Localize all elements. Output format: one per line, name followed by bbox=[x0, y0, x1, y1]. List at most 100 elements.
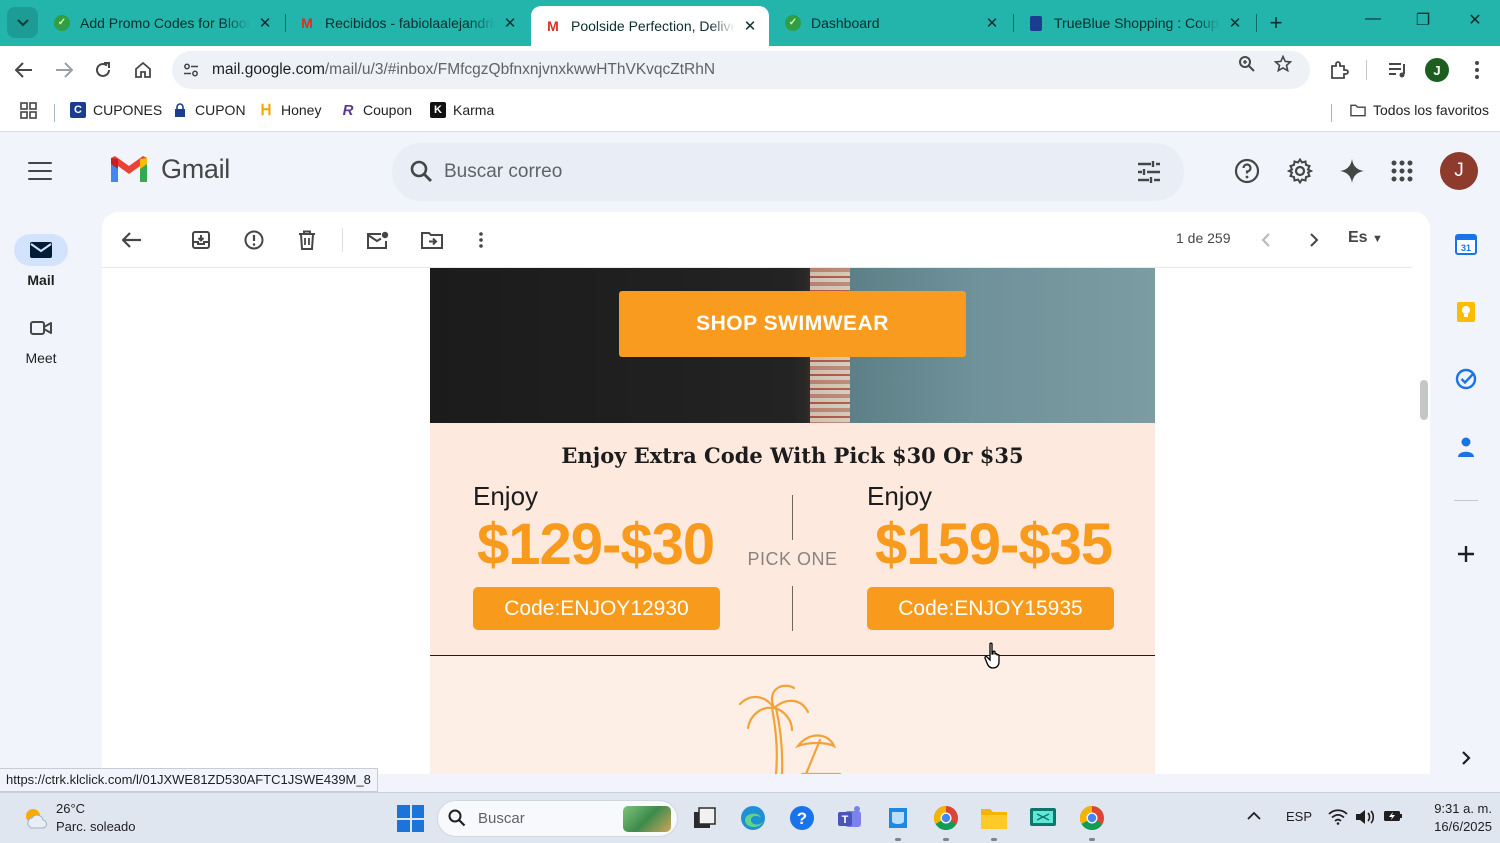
reload-icon[interactable] bbox=[89, 56, 117, 84]
help-icon[interactable] bbox=[1232, 156, 1262, 186]
weather-condition[interactable]: Parc. soleado bbox=[56, 819, 136, 834]
move-to-icon[interactable] bbox=[420, 228, 444, 252]
gmail-logo[interactable]: Gmail bbox=[109, 154, 230, 185]
bookmark-honey[interactable]: ᕼ Honey bbox=[258, 102, 321, 119]
folder-icon bbox=[1350, 102, 1366, 118]
newer-chevron-left-icon[interactable] bbox=[1254, 228, 1278, 252]
beach-illustration-section bbox=[430, 656, 1155, 774]
search-icon[interactable] bbox=[408, 158, 436, 186]
media-control-icon[interactable] bbox=[1384, 56, 1412, 84]
bookmark-karma[interactable]: K Karma bbox=[430, 102, 494, 118]
chrome-profile-icon[interactable] bbox=[1077, 803, 1107, 833]
contacts-icon[interactable] bbox=[1454, 435, 1478, 459]
url-host: mail.google.com bbox=[212, 61, 325, 78]
site-info-icon[interactable] bbox=[178, 57, 204, 83]
home-icon[interactable] bbox=[129, 56, 157, 84]
nav-meet[interactable]: Meet bbox=[0, 312, 82, 366]
offer-divider-top bbox=[792, 495, 793, 540]
mark-unread-icon[interactable] bbox=[366, 228, 390, 252]
address-bar[interactable]: mail.google.com/mail/u/3/#inbox/FMfcgzQb… bbox=[172, 51, 1310, 89]
mail-icon bbox=[14, 234, 68, 266]
browser-tab[interactable]: ✓ Dashboard ✕ bbox=[771, 6, 1011, 40]
teams-icon[interactable]: T bbox=[835, 803, 865, 833]
taskbar-search-box[interactable]: Buscar bbox=[437, 800, 678, 837]
shop-swimwear-button[interactable]: SHOP SWIMWEAR bbox=[619, 291, 966, 357]
archive-icon[interactable] bbox=[189, 228, 213, 252]
clock-date[interactable]: 16/6/2025 bbox=[1418, 819, 1492, 834]
minimize-icon[interactable]: — bbox=[1350, 10, 1396, 28]
get-help-icon[interactable]: ? bbox=[787, 803, 817, 833]
close-icon[interactable]: ✕ bbox=[256, 14, 274, 32]
clock-time[interactable]: 9:31 a. m. bbox=[1418, 801, 1492, 816]
battery-icon[interactable] bbox=[1383, 809, 1403, 826]
tray-overflow-chevron-icon[interactable] bbox=[1247, 809, 1261, 824]
bookmark-label: Coupon bbox=[363, 102, 413, 118]
bookmarks-divider bbox=[1331, 104, 1332, 122]
input-language[interactable]: ESP bbox=[1286, 809, 1312, 824]
nav-mail[interactable]: Mail bbox=[0, 234, 82, 288]
zoom-icon[interactable] bbox=[1238, 55, 1256, 78]
close-icon[interactable]: ✕ bbox=[741, 17, 759, 35]
close-icon[interactable]: ✕ bbox=[501, 14, 519, 32]
search-options-icon[interactable] bbox=[1136, 159, 1162, 185]
nav-label: Mail bbox=[27, 272, 55, 288]
browser-tab[interactable]: TrueBlue Shopping : Coupon ✕ bbox=[1014, 6, 1254, 40]
all-bookmarks-folder[interactable]: Todos los favoritos bbox=[1350, 102, 1489, 118]
browser-tab[interactable]: M Recibidos - fabiolaalejandria ✕ bbox=[285, 6, 529, 40]
tasks-icon[interactable] bbox=[1454, 367, 1478, 391]
weather-temperature[interactable]: 26°C bbox=[56, 801, 85, 816]
delete-trash-icon[interactable] bbox=[295, 228, 319, 252]
wifi-icon[interactable] bbox=[1328, 809, 1348, 828]
account-avatar[interactable]: J bbox=[1440, 152, 1478, 190]
bookmark-cupones[interactable]: C CUPONES bbox=[70, 102, 162, 118]
partly-sunny-icon[interactable] bbox=[22, 805, 48, 831]
main-menu-icon[interactable] bbox=[28, 162, 52, 180]
forward-icon[interactable] bbox=[50, 56, 78, 84]
input-tools-selector[interactable]: Es ▼ bbox=[1348, 229, 1383, 247]
close-icon[interactable]: ✕ bbox=[983, 14, 1001, 32]
close-icon[interactable]: ✕ bbox=[1226, 14, 1244, 32]
gmail-m-icon bbox=[111, 155, 147, 182]
settings-gear-icon[interactable] bbox=[1285, 156, 1315, 186]
tab-title: Poolside Perfection, Delivered bbox=[571, 18, 735, 34]
file-explorer-icon[interactable] bbox=[979, 803, 1009, 833]
google-apps-icon[interactable] bbox=[1387, 156, 1417, 186]
keep-notes-icon[interactable] bbox=[1454, 300, 1478, 324]
snipping-tool-icon[interactable] bbox=[1028, 803, 1058, 833]
apps-grid-icon[interactable] bbox=[20, 102, 37, 119]
promo-code-right-button[interactable]: Code:ENJOY15935 bbox=[867, 587, 1114, 630]
browser-tab-active[interactable]: M Poolside Perfection, Delivered ✕ bbox=[531, 6, 769, 46]
extensions-icon[interactable] bbox=[1325, 56, 1353, 84]
task-view-icon[interactable] bbox=[690, 803, 720, 833]
bookmarks-bar: C CUPONES CUPON ᕼ Honey R Coupon K Karma… bbox=[0, 94, 1500, 132]
volume-icon[interactable] bbox=[1355, 809, 1375, 828]
browser-menu-icon[interactable] bbox=[1463, 56, 1491, 84]
older-chevron-right-icon[interactable] bbox=[1302, 228, 1326, 252]
bookmark-cupon[interactable]: CUPON bbox=[172, 102, 246, 118]
tab-title: Add Promo Codes for Bloom bbox=[80, 15, 250, 31]
bookmark-coupon[interactable]: R Coupon bbox=[340, 102, 413, 119]
scrollbar-thumb[interactable] bbox=[1420, 380, 1428, 420]
browser-tab[interactable]: ✓ Add Promo Codes for Bloom ✕ bbox=[40, 6, 284, 40]
windows-start-icon[interactable] bbox=[397, 805, 424, 832]
browser-profile-avatar[interactable]: J bbox=[1425, 58, 1449, 82]
report-spam-icon[interactable] bbox=[242, 228, 266, 252]
chrome-icon[interactable] bbox=[931, 803, 961, 833]
back-icon[interactable] bbox=[10, 56, 38, 84]
more-options-icon[interactable] bbox=[469, 228, 493, 252]
screen-capture-app-icon[interactable] bbox=[883, 803, 913, 833]
expand-panel-chevron-icon[interactable] bbox=[1454, 746, 1478, 770]
add-addon-plus-icon[interactable] bbox=[1454, 542, 1478, 566]
edge-browser-icon[interactable] bbox=[738, 803, 768, 833]
back-to-inbox-icon[interactable] bbox=[120, 228, 144, 252]
bookmark-star-icon[interactable] bbox=[1273, 54, 1293, 78]
calendar-icon[interactable]: 31 bbox=[1454, 232, 1478, 256]
swimwear-hero-image[interactable]: SHOP SWIMWEAR bbox=[430, 268, 1155, 423]
new-tab-button[interactable]: + bbox=[1264, 10, 1288, 36]
promo-code-left-button[interactable]: Code:ENJOY12930 bbox=[473, 587, 720, 630]
search-input[interactable] bbox=[444, 157, 1044, 187]
gemini-sparkle-icon[interactable] bbox=[1337, 156, 1367, 186]
window-close-icon[interactable]: ✕ bbox=[1452, 10, 1498, 30]
tab-search-button[interactable] bbox=[7, 7, 38, 38]
restore-icon[interactable]: ❐ bbox=[1400, 10, 1446, 30]
